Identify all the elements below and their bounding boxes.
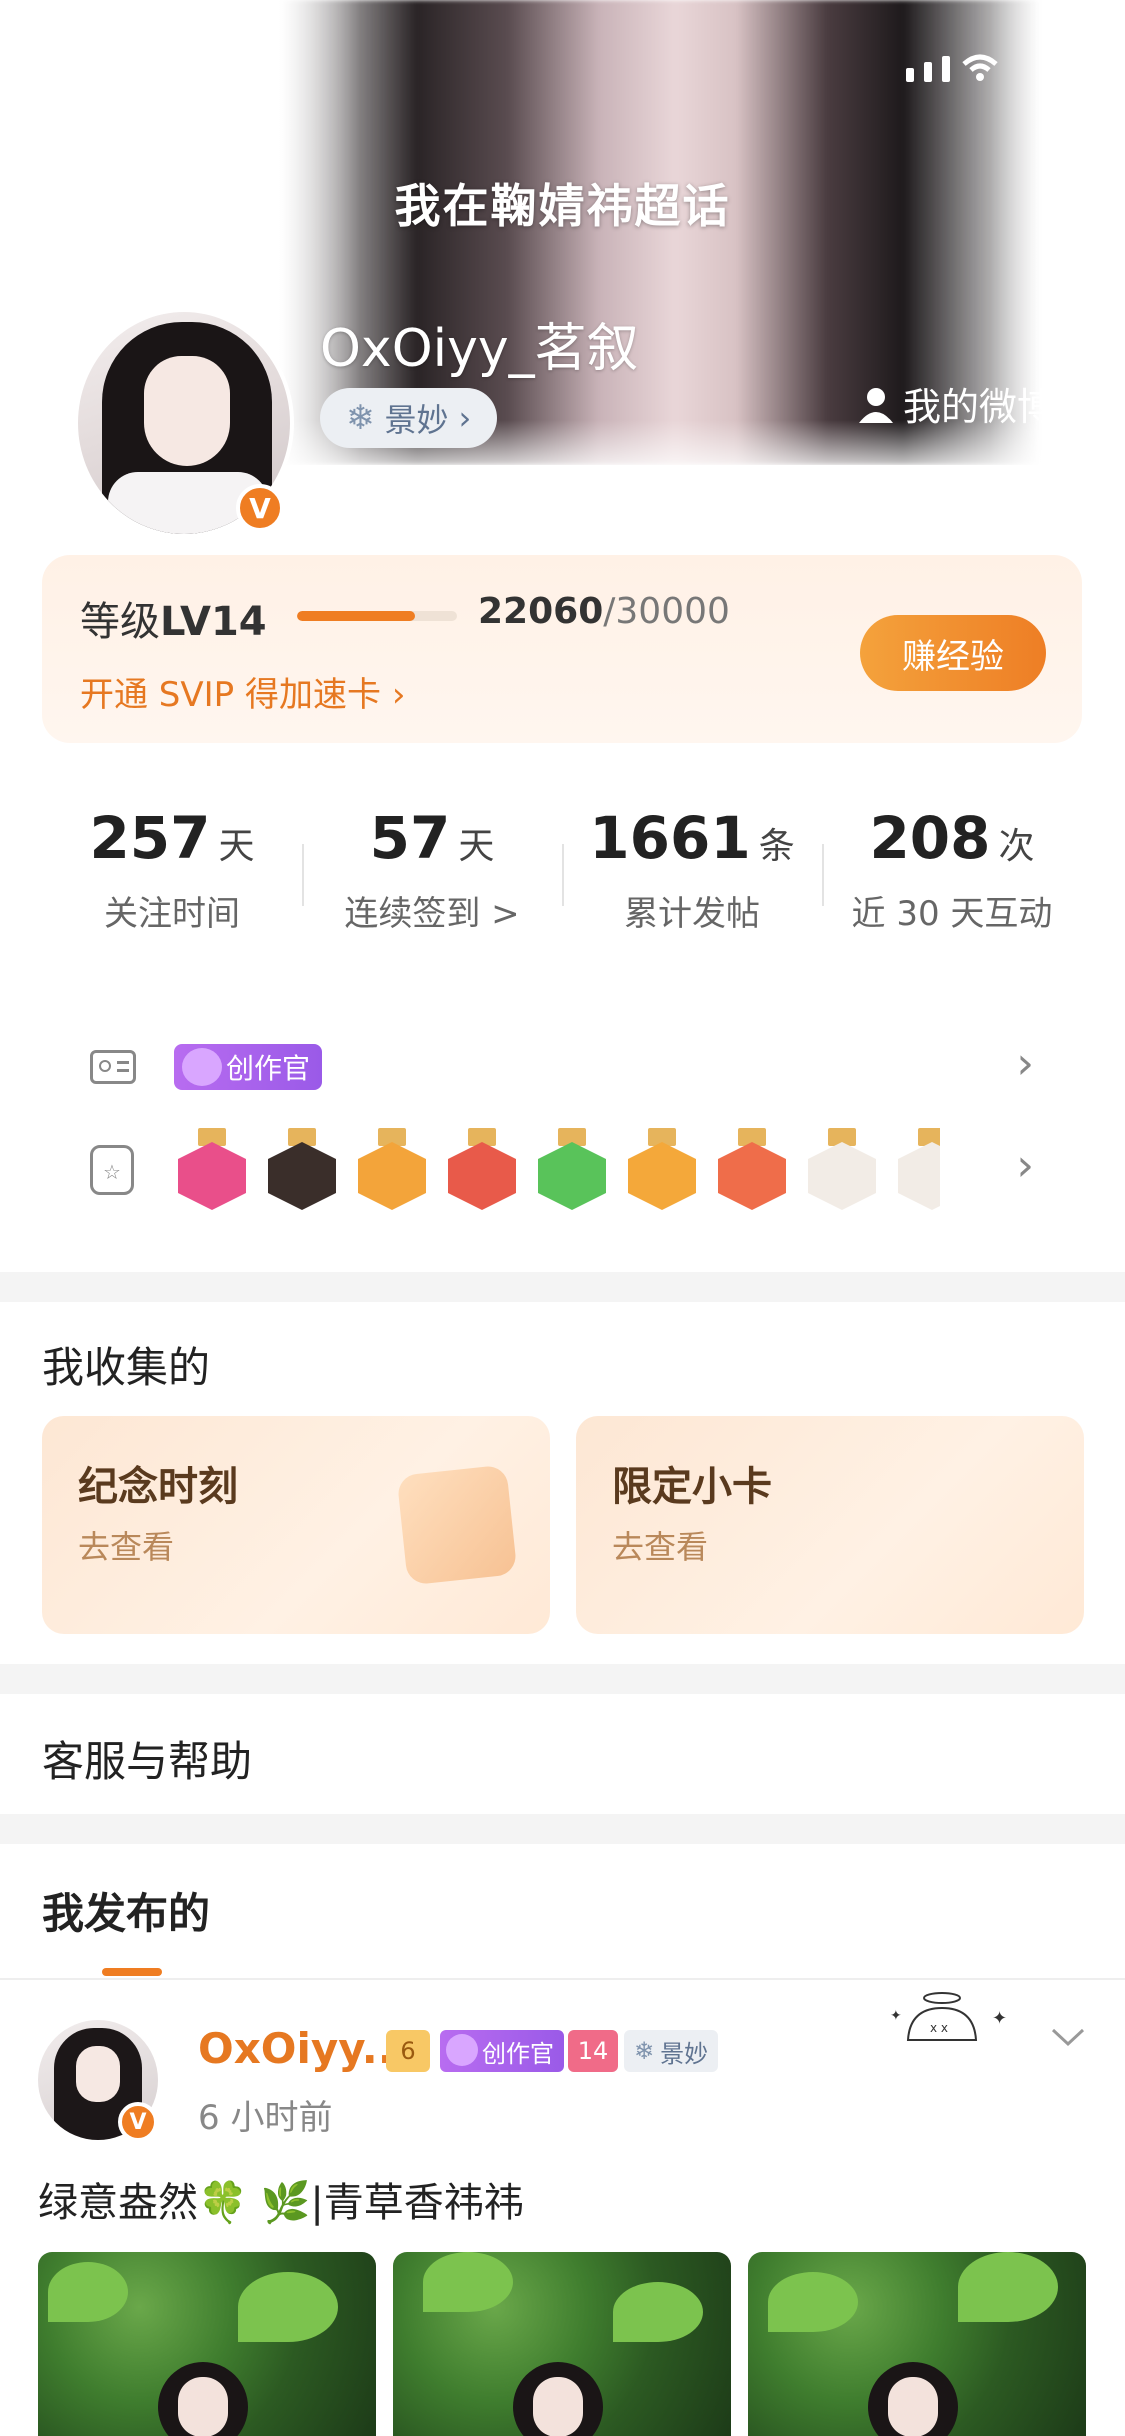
medal-badge-icon[interactable]: [808, 1128, 876, 1216]
jm-tag: ❄ 景妙: [624, 2030, 719, 2072]
id-card-icon: [90, 1050, 136, 1084]
medal-badge-icon[interactable]: [898, 1128, 940, 1216]
tab-indicator: [102, 1968, 162, 1976]
post-author-name[interactable]: OxOiyy...: [198, 2024, 410, 2073]
calendar-icon: [396, 1464, 518, 1586]
angel-sticker-icon: x x ✦ ✦: [890, 1992, 1007, 2041]
collection-moments-card[interactable]: 纪念时刻 去查看: [42, 1416, 550, 1634]
svg-text:✦: ✦: [890, 2008, 902, 2024]
medal-badge-icon[interactable]: [358, 1128, 426, 1216]
profile-username: OxOiyy_茗叙: [320, 319, 639, 379]
medal-badge-icon[interactable]: [628, 1128, 696, 1216]
medal-list[interactable]: [178, 1128, 940, 1218]
badges-card: 创作官 › ☆ ›: [42, 1000, 1082, 1245]
chevron-right-icon: ›: [458, 399, 472, 437]
status-bar-icons: [906, 52, 1000, 82]
snowflake-icon: ❄: [346, 398, 375, 438]
help-link[interactable]: 客服与帮助: [42, 1728, 252, 1789]
post-image[interactable]: [38, 2252, 376, 2436]
svip-link[interactable]: 开通 SVIP 得加速卡 ›: [80, 667, 405, 716]
snowflake-icon: ❄: [634, 2037, 655, 2065]
supertopic-title: 我在鞠婧祎超话: [394, 179, 731, 233]
medal-badge-icon[interactable]: [178, 1128, 246, 1216]
level-progress-bar: [297, 611, 457, 621]
person-icon: [858, 387, 893, 423]
crown-level-icon: 6: [386, 2030, 430, 2072]
creator-tag: 创作官: [440, 2030, 564, 2072]
medal-badge-icon[interactable]: [448, 1128, 516, 1216]
level-points: 22060/30000: [478, 591, 730, 632]
medal-badge-icon[interactable]: [718, 1128, 786, 1216]
post-image[interactable]: [393, 2252, 731, 2436]
stats-row: 257 天 关注时间 57 天 连续签到 > 1661 条 累计发帖 208 次 近 3…: [42, 772, 1082, 972]
stat-follow-days: 257 天 关注时间: [89, 804, 255, 934]
collections-title: 我收集的: [42, 1343, 211, 1392]
creator-tag[interactable]: 创作官: [174, 1044, 323, 1090]
chevron-down-icon[interactable]: [1050, 2026, 1085, 2054]
verified-badge-icon: V: [236, 484, 284, 532]
stat-interactions: 208 次 近 30 天互动: [822, 772, 1082, 972]
verified-badge-icon: V: [118, 2102, 158, 2142]
chevron-right-icon[interactable]: ›: [1016, 1140, 1034, 1191]
divider: [0, 1814, 1125, 1844]
tag-label: 景妙: [384, 401, 449, 439]
creator-logo-icon: [182, 1048, 222, 1086]
svg-text:✦: ✦: [992, 2008, 1007, 2029]
divider: [0, 1664, 1125, 1694]
divider: [0, 1272, 1125, 1302]
my-weibo-link[interactable]: 我的微博: [857, 376, 1055, 431]
jm-tag-button[interactable]: ❄ 景妙 ›: [320, 388, 498, 448]
post-image[interactable]: [748, 2252, 1086, 2436]
post-text: 绿意盎然🍀 🌿|青草香祎祎: [38, 2180, 524, 2226]
post-time: 6 小时前: [198, 2098, 333, 2138]
earn-exp-button[interactable]: 赚经验: [860, 615, 1046, 691]
tab-my-posts[interactable]: 我发布的: [42, 1880, 210, 1941]
gem-level-icon: 14: [568, 2030, 618, 2072]
stat-posts: 1661 条 累计发帖: [562, 772, 822, 972]
stat-checkin-days[interactable]: 57 天 连续签到 >: [302, 772, 562, 972]
medal-badge-icon[interactable]: [268, 1128, 336, 1216]
svg-text:x x: x x: [930, 2021, 948, 2035]
my-weibo-label: 我的微博: [902, 385, 1055, 429]
chevron-right-icon: ›: [391, 675, 406, 715]
level-card: 等级LV14 22060/30000 开通 SVIP 得加速卡 › 赚经验: [42, 555, 1082, 743]
wifi-icon: [962, 54, 998, 81]
signal-icon: [906, 68, 914, 82]
medal-icon: ☆: [90, 1145, 134, 1195]
medal-badge-icon[interactable]: [538, 1128, 606, 1216]
chevron-right-icon[interactable]: ›: [1016, 1038, 1034, 1089]
collection-cards-card[interactable]: 限定小卡 去查看: [576, 1416, 1084, 1634]
level-label: 等级LV14: [80, 599, 267, 645]
